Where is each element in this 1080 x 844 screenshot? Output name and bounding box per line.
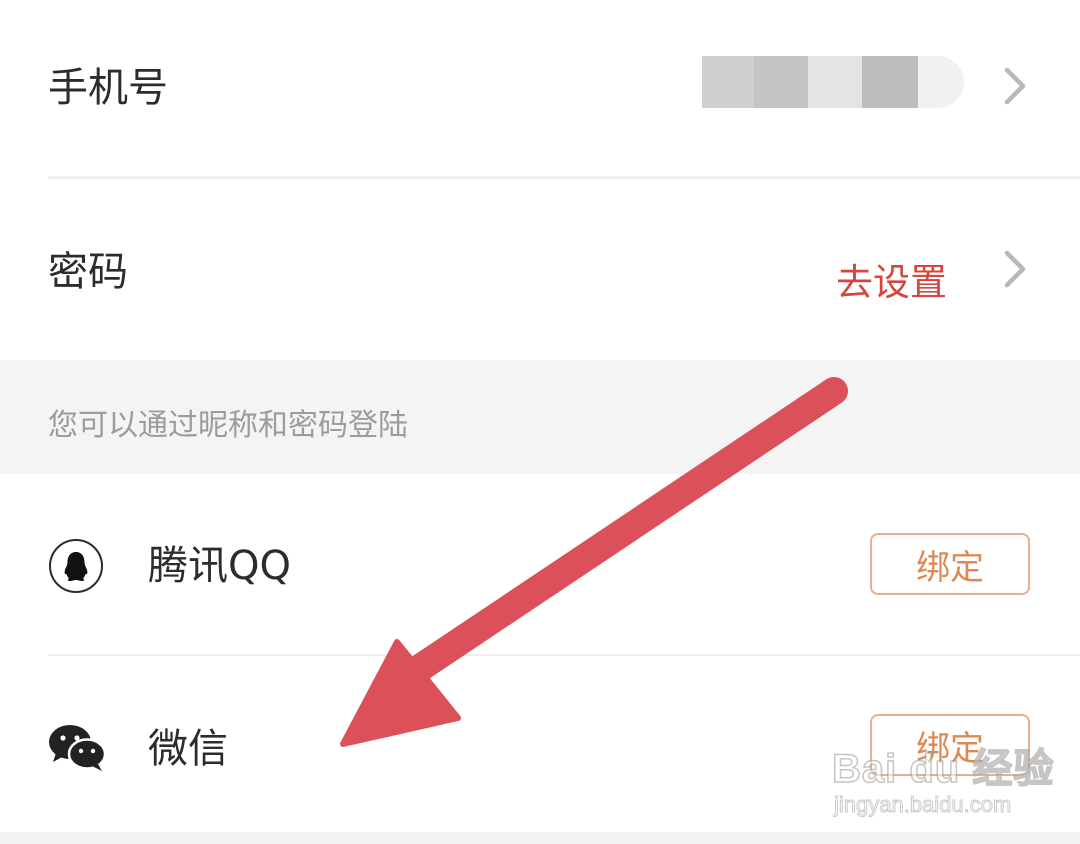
set-password-link[interactable]: 去设置 (836, 252, 947, 306)
phone-label: 手机号 (48, 65, 168, 111)
qq-penguin-icon (49, 539, 103, 593)
wechat-icon (49, 725, 107, 771)
wechat-label: 微信 (148, 726, 228, 772)
chevron-right-icon (1004, 67, 1026, 105)
password-label: 密码 (48, 249, 128, 295)
phone-number-redacted (702, 44, 964, 136)
chevron-right-icon (1004, 250, 1026, 288)
hint-text: 您可以通过昵称和密码登陆 (48, 408, 408, 443)
divider (48, 654, 1080, 656)
bottom-section (0, 832, 1080, 844)
qq-label: 腾讯QQ (148, 543, 291, 589)
bind-qq-button[interactable]: 绑定 (870, 533, 1030, 595)
phone-row[interactable]: 手机号 (0, 0, 1080, 178)
bind-wechat-button[interactable]: 绑定 (870, 714, 1030, 776)
